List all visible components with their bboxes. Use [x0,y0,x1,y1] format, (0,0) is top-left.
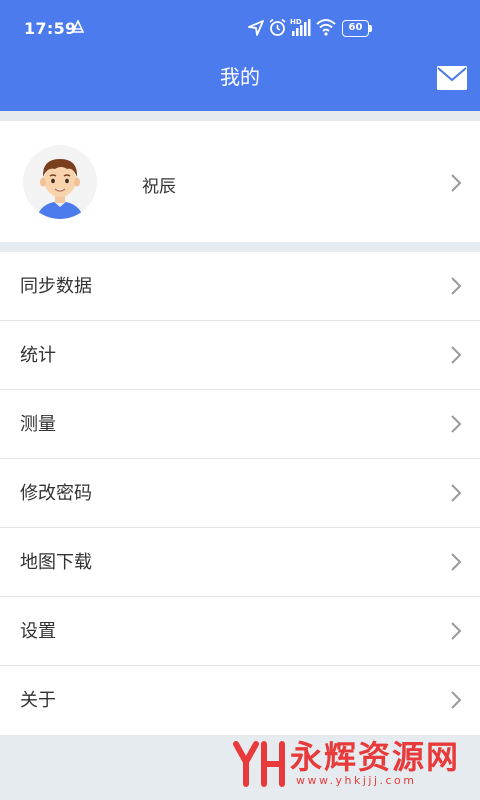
menu-item-measure[interactable]: 测量 [0,390,480,459]
divider [0,111,480,121]
avatar-boy-icon [23,145,97,219]
chevron-right-icon [451,553,462,571]
watermark-logo-icon [233,741,285,787]
wifi-icon [316,19,336,36]
chevron-right-icon [451,415,462,433]
app-header: 17:59 HD 60 我的 [0,0,480,111]
chevron-right-icon [451,174,462,192]
chevron-right-icon [451,484,462,502]
alarm-icon [269,18,286,36]
location-icon [248,20,264,36]
mail-icon[interactable] [436,65,468,91]
profile-name: 祝辰 [142,177,176,197]
menu-item-about[interactable]: 关于 [0,666,480,735]
menu-item-settings[interactable]: 设置 [0,597,480,666]
menu-item-label: 地图下载 [20,552,92,573]
menu-item-label: 关于 [20,690,56,711]
battery-icon: 60 [342,20,372,37]
menu-item-statistics[interactable]: 统计 [0,321,480,390]
watermark-url: www.yhkjjj.com [296,774,417,787]
menu-item-label: 修改密码 [20,483,92,504]
svg-text:HD: HD [290,18,302,26]
chevron-right-icon [451,346,462,364]
chevron-right-icon [451,691,462,709]
chevron-right-icon [451,622,462,640]
page-title: 我的 [220,65,260,89]
menu-item-map-download[interactable]: 地图下载 [0,528,480,597]
signal-hd-icon: HD [290,18,311,36]
menu-item-label: 同步数据 [20,276,92,297]
menu-item-change-password[interactable]: 修改密码 [0,459,480,528]
status-bar: 17:59 HD 60 [0,0,480,56]
notification-a-icon [72,20,84,33]
watermark-text: 永辉资源网 [290,738,461,776]
watermark: 永辉资源网 www.yhkjjj.com [232,738,468,790]
status-time: 17:59 [24,19,77,38]
avatar[interactable] [23,145,97,219]
chevron-right-icon [451,277,462,295]
menu-item-label: 测量 [20,414,56,435]
menu-item-label: 设置 [20,621,56,642]
settings-menu: 同步数据 统计 测量 修改密码 地图下载 设置 关于 [0,252,480,735]
divider [0,242,480,252]
menu-item-sync-data[interactable]: 同步数据 [0,252,480,321]
battery-level: 60 [342,20,369,37]
menu-item-label: 统计 [20,345,56,366]
